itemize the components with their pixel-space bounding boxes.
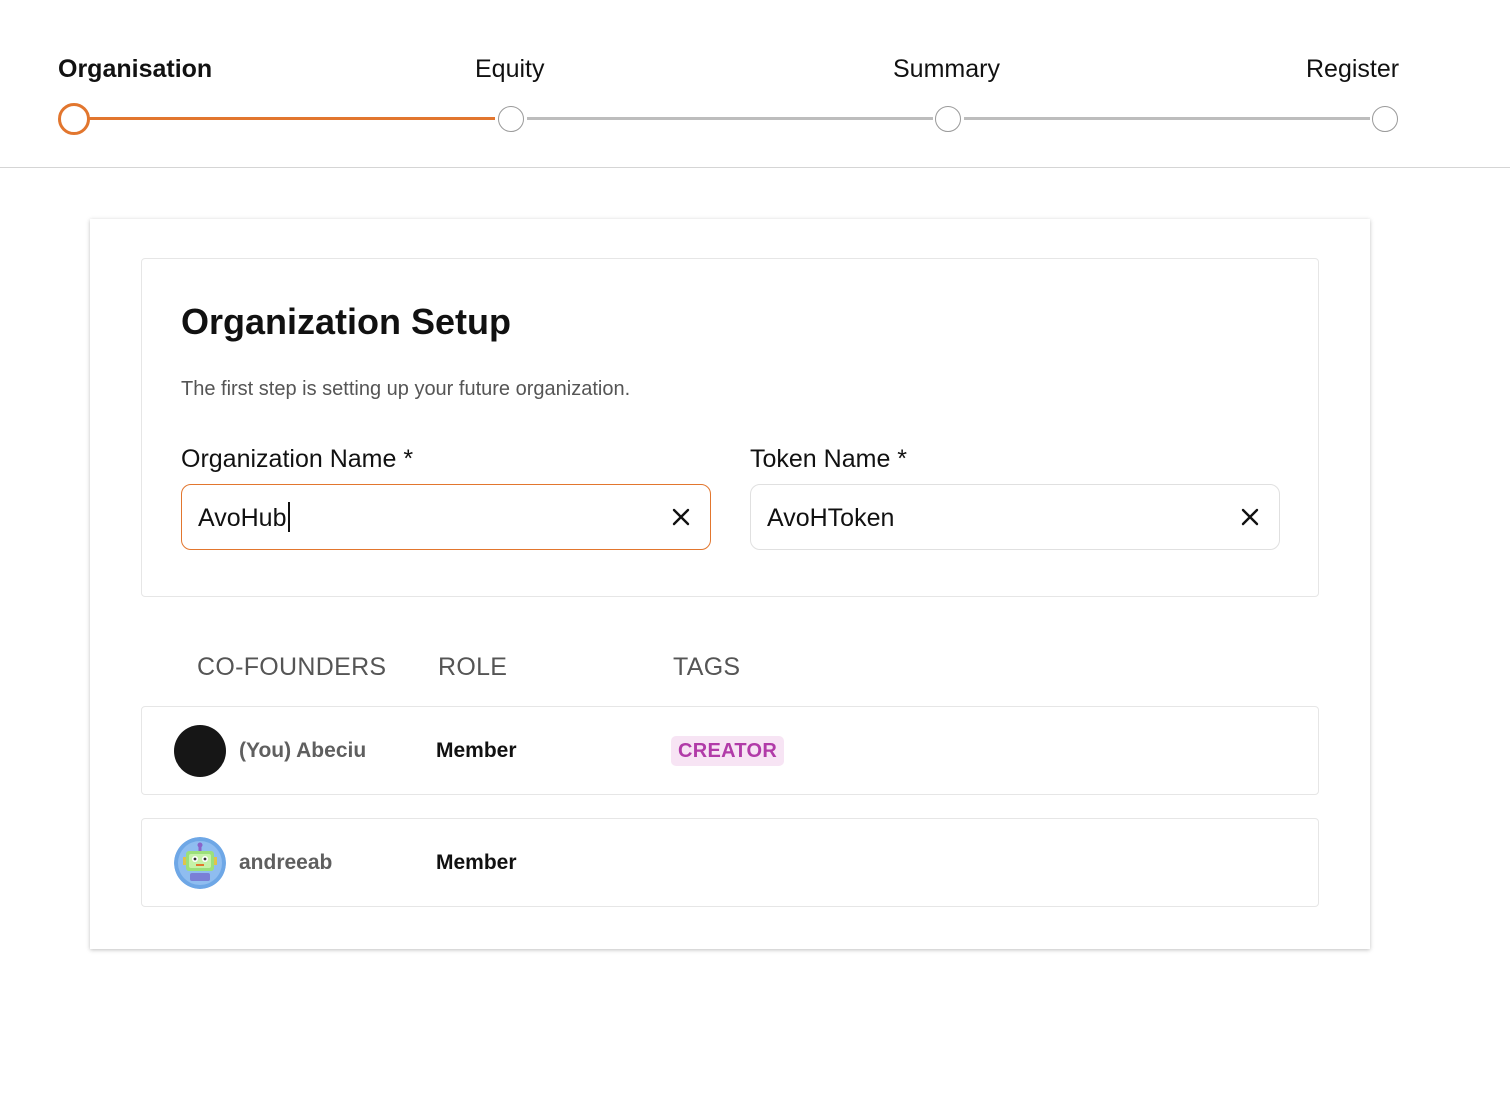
organization-name-label: Organization Name * xyxy=(181,445,414,473)
organization-name-value: AvoHub xyxy=(198,504,287,532)
step-organisation-label[interactable]: Organisation xyxy=(58,52,212,86)
step-equity-dot[interactable] xyxy=(498,106,524,132)
organization-name-value-wrap: AvoHub xyxy=(198,501,290,535)
table-row[interactable]: andreeab Member xyxy=(141,818,1319,907)
step-equity-label[interactable]: Equity xyxy=(475,52,544,86)
token-name-value: AvoHToken xyxy=(767,504,895,532)
co-founder-role: Member xyxy=(436,851,517,874)
step-organisation-dot[interactable] xyxy=(58,103,90,135)
table-row[interactable]: (You) Abeciu Member CREATOR xyxy=(141,706,1319,795)
robot-avatar-icon xyxy=(174,837,226,889)
step-connector-completed xyxy=(88,117,495,120)
column-header-co-founders: CO-FOUNDERS xyxy=(197,653,387,681)
close-icon[interactable] xyxy=(670,506,692,528)
token-name-field[interactable]: AvoHToken xyxy=(750,484,1280,550)
token-name-label: Token Name * xyxy=(750,445,908,473)
co-founder-role: Member xyxy=(436,739,517,762)
avatar xyxy=(174,725,226,777)
step-connector xyxy=(527,117,933,120)
column-header-tags: TAGS xyxy=(673,653,741,681)
co-founder-name: (You) Abeciu xyxy=(239,739,367,762)
progress-stepper: Organisation Equity Summary Register xyxy=(0,0,1510,168)
organization-setup-panel: Organization Setup The first step is set… xyxy=(141,258,1319,597)
step-summary-dot[interactable] xyxy=(935,106,961,132)
close-icon[interactable] xyxy=(1239,506,1261,528)
page-subtitle: The first step is setting up your future… xyxy=(181,378,631,400)
organization-name-field[interactable]: AvoHub xyxy=(181,484,711,550)
step-summary-label[interactable]: Summary xyxy=(893,52,1000,86)
creator-tag-badge: CREATOR xyxy=(671,736,785,766)
page-title: Organization Setup xyxy=(181,301,512,342)
main-card: Organization Setup The first step is set… xyxy=(90,219,1370,949)
avatar xyxy=(174,837,226,889)
text-caret xyxy=(287,502,290,532)
column-header-role: ROLE xyxy=(438,653,508,681)
step-connector xyxy=(964,117,1370,120)
step-register-label[interactable]: Register xyxy=(1306,52,1399,86)
co-founder-name: andreeab xyxy=(239,851,333,874)
step-register-dot[interactable] xyxy=(1372,106,1398,132)
